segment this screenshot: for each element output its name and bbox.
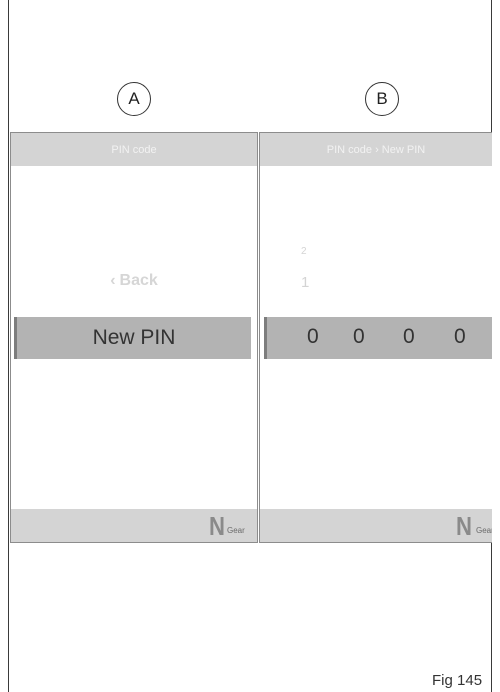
screen-header: PIN code › New PIN: [260, 133, 492, 166]
back-label: Back: [119, 272, 158, 289]
screen-b-new-pin: PIN code › New PIN 2 1 0 0 0 0 N Gear: [259, 132, 492, 543]
marker-a: A: [117, 82, 151, 116]
screen-a-pin-code: PIN code ‹ Back New PIN N Gear: [10, 132, 258, 543]
pin-entry-row[interactable]: 0 0 0 0: [264, 317, 492, 359]
pin-digit-3[interactable]: 0: [403, 325, 415, 349]
back-menu-item[interactable]: ‹ Back: [11, 272, 257, 290]
figure-label: Fig 145: [432, 672, 483, 689]
screen-header: PIN code: [11, 133, 257, 166]
screen-footer: N Gear: [260, 509, 492, 542]
chevron-left-icon: ‹: [110, 272, 116, 289]
scroll-digit-lower: 1: [301, 274, 310, 291]
marker-b: B: [365, 82, 399, 116]
gear-label: Gear: [227, 526, 245, 535]
screen-footer: N Gear: [11, 509, 257, 542]
header-title: PIN code › New PIN: [326, 143, 426, 156]
new-pin-menu-item[interactable]: New PIN: [14, 317, 251, 359]
gear-indicator: N: [209, 511, 225, 541]
header-title: PIN code: [111, 143, 157, 156]
gear-indicator: N: [456, 511, 472, 541]
scroll-digit-upper: 2: [301, 246, 307, 257]
new-pin-label: New PIN: [92, 326, 176, 349]
pin-digit-4[interactable]: 0: [454, 325, 466, 349]
gear-label: Gear: [476, 526, 492, 535]
frame-left-line: [8, 0, 9, 692]
pin-digit-1[interactable]: 0: [307, 325, 319, 349]
pin-digit-2[interactable]: 0: [353, 325, 365, 349]
